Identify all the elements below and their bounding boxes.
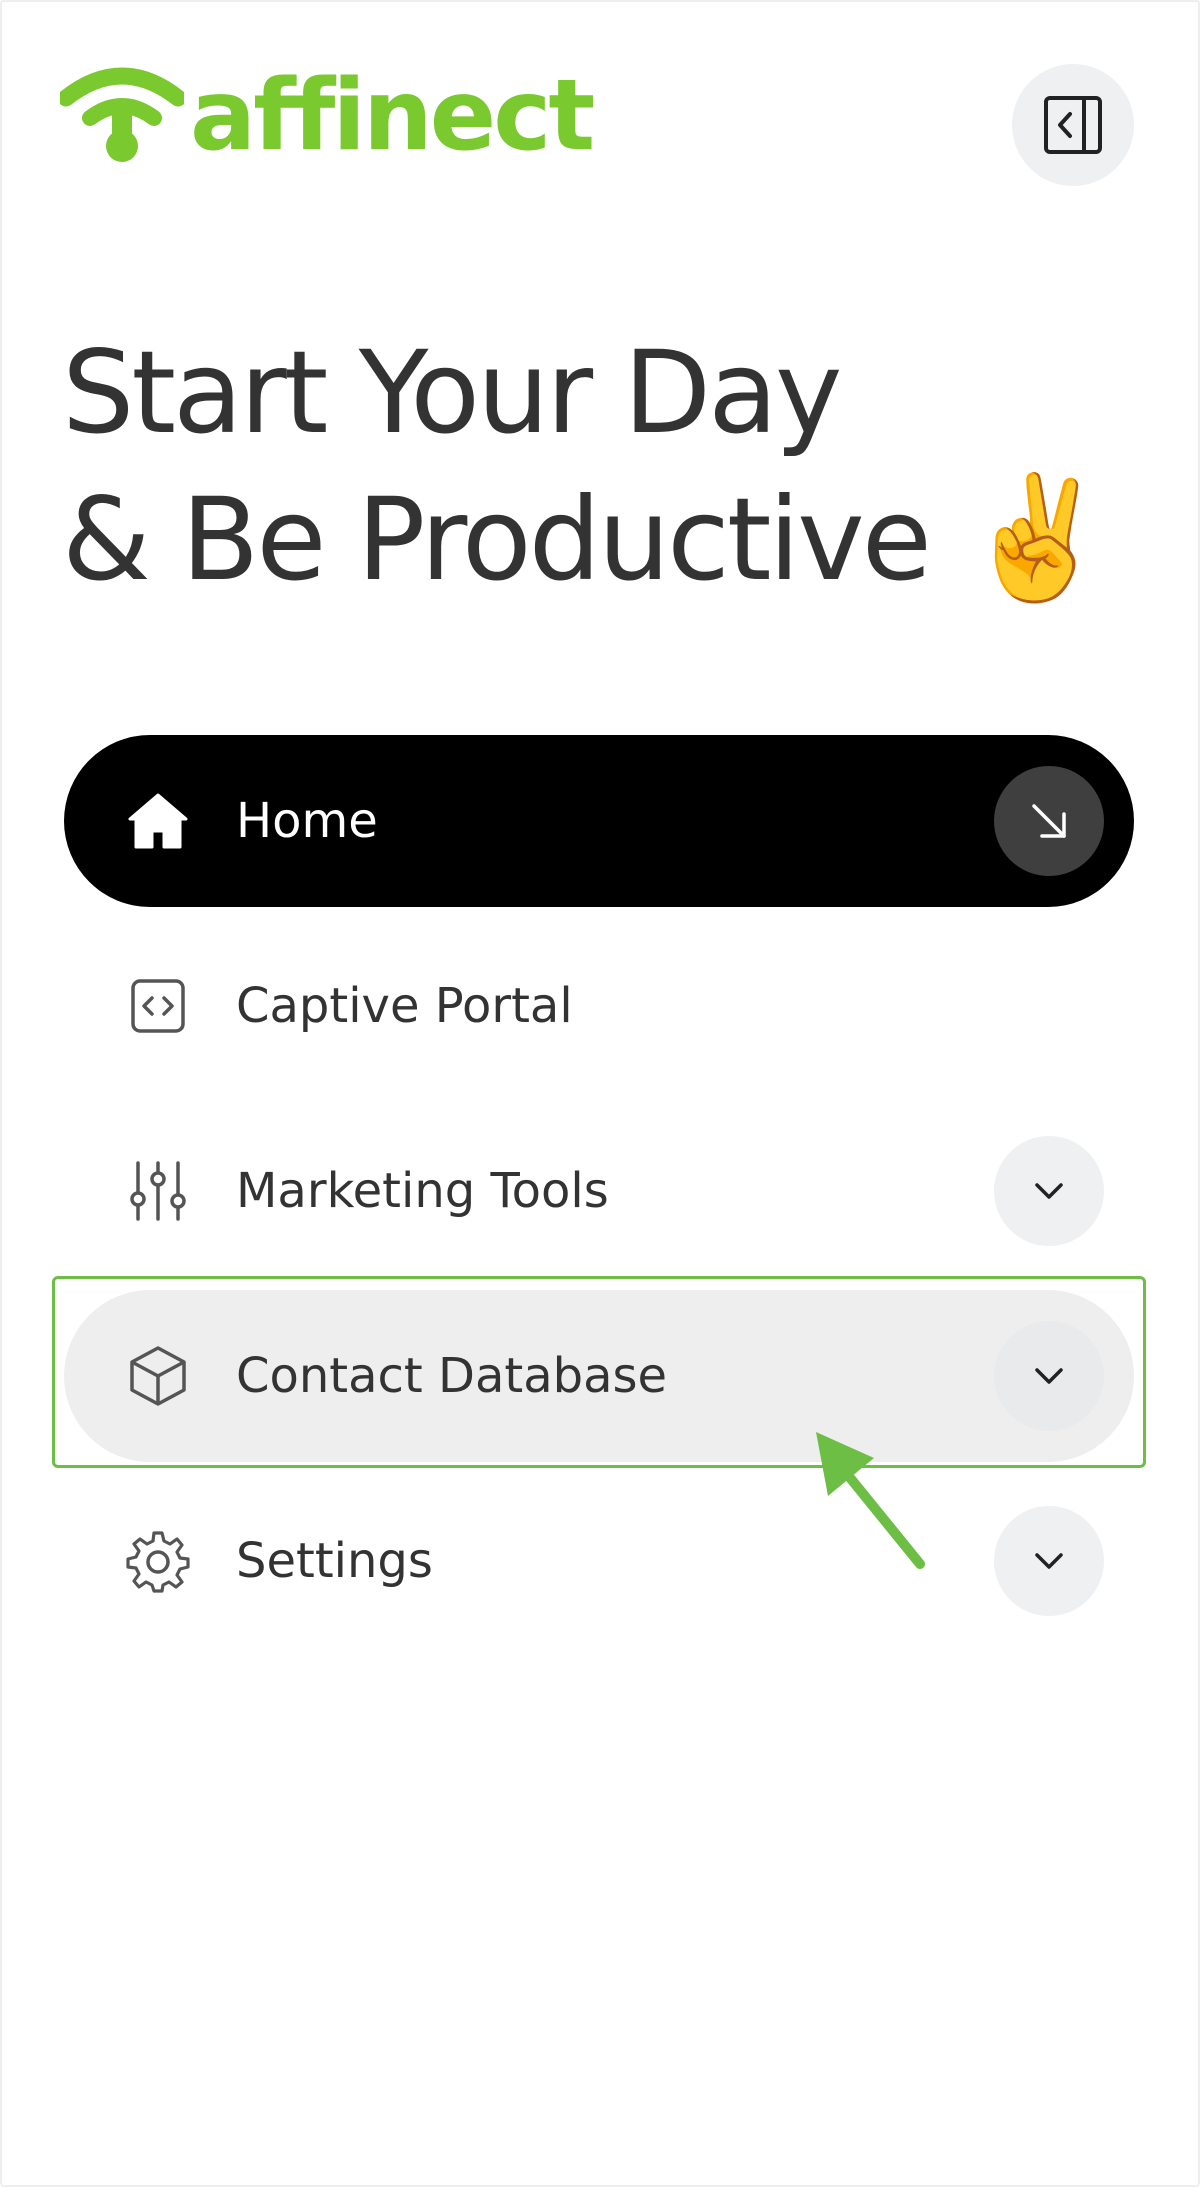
sidebar-panel: affinect Start Your Day & Be Productive … bbox=[0, 0, 1200, 2187]
brand-logo[interactable]: affinect bbox=[60, 59, 595, 173]
nav-item-home[interactable]: Home bbox=[64, 735, 1134, 907]
page-greeting: Start Your Day & Be Productive ✌️ bbox=[62, 320, 1162, 613]
greeting-line-2: & Be Productive ✌️ bbox=[62, 466, 1162, 613]
settings-expand-button[interactable] bbox=[994, 1506, 1104, 1616]
brand-name: affinect bbox=[190, 59, 595, 173]
highlight-box bbox=[52, 1276, 1146, 1468]
chevron-down-icon bbox=[1035, 1183, 1063, 1199]
pointer-arrow-icon bbox=[816, 1432, 925, 1569]
sidebar-collapse-icon bbox=[1044, 96, 1102, 154]
nav-item-label: Marketing Tools bbox=[236, 1163, 609, 1219]
home-go-button[interactable] bbox=[994, 766, 1104, 876]
home-icon bbox=[126, 789, 190, 853]
gear-icon bbox=[126, 1529, 190, 1593]
chevron-down-icon bbox=[1035, 1553, 1063, 1569]
victory-hand-emoji: ✌️ bbox=[962, 469, 1111, 608]
collapse-sidebar-button[interactable] bbox=[1012, 64, 1134, 186]
nav-item-captive-portal[interactable]: Captive Portal bbox=[64, 920, 1134, 1092]
wifi-logo-icon bbox=[60, 67, 184, 162]
marketing-tools-expand-button[interactable] bbox=[994, 1136, 1104, 1246]
greeting-line-2-text: & Be Productive bbox=[62, 473, 932, 606]
greeting-line-1: Start Your Day bbox=[62, 326, 842, 459]
sliders-icon bbox=[126, 1159, 190, 1223]
arrow-down-right-icon bbox=[1032, 804, 1066, 838]
nav-item-settings[interactable]: Settings bbox=[64, 1475, 1134, 1647]
nav-item-label: Captive Portal bbox=[236, 978, 573, 1034]
nav-item-marketing-tools[interactable]: Marketing Tools bbox=[64, 1105, 1134, 1277]
nav-item-label: Home bbox=[236, 793, 378, 849]
code-icon bbox=[126, 974, 190, 1038]
nav-item-label: Settings bbox=[236, 1533, 433, 1589]
